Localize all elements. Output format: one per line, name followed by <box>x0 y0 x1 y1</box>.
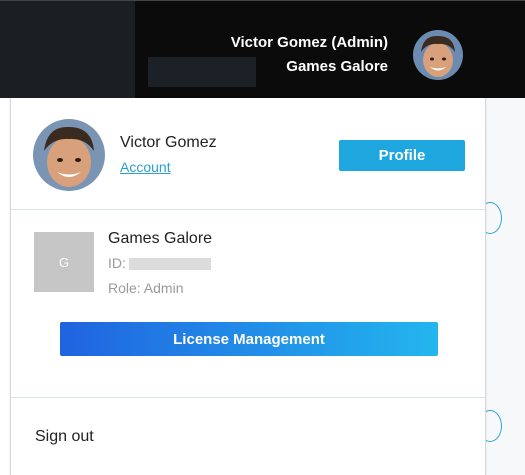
section-divider <box>11 209 485 210</box>
header-top-border <box>0 0 525 1</box>
organization-role: Role: Admin <box>108 280 184 296</box>
header-user-name: Victor Gomez (Admin) <box>230 34 388 51</box>
profile-avatar <box>33 119 105 191</box>
organization-logo: G <box>34 232 94 292</box>
header-left-area <box>0 0 135 98</box>
section-divider <box>11 397 485 398</box>
organization-id: ID: <box>108 255 211 271</box>
header-company-name: Games Galore <box>286 58 388 75</box>
profile-button[interactable]: Profile <box>339 140 465 171</box>
organization-name: Games Galore <box>108 230 213 247</box>
organization-id-label: ID: <box>108 255 126 271</box>
sign-out-link[interactable]: Sign out <box>35 428 94 446</box>
user-avatar-icon <box>413 30 463 80</box>
redacted-id <box>128 258 211 271</box>
app-header: Victor Gomez (Admin) Games Galore <box>0 0 525 98</box>
profile-name: Victor Gomez <box>120 134 217 151</box>
redacted-block <box>148 57 256 87</box>
license-management-button[interactable]: License Management <box>60 322 438 356</box>
user-avatar-icon <box>33 119 105 191</box>
header-avatar[interactable] <box>413 30 463 80</box>
account-link[interactable]: Account <box>120 159 171 175</box>
account-dropdown: Victor Gomez Account Profile G Games Gal… <box>10 98 486 475</box>
